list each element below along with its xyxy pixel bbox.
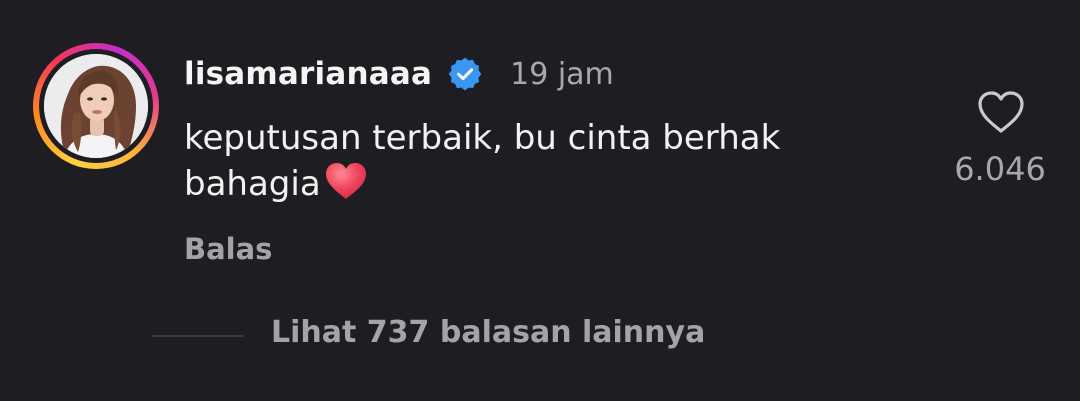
comment-timestamp: 19 jam — [510, 56, 614, 92]
heart-outline-icon — [978, 91, 1024, 133]
replies-divider — [152, 335, 244, 337]
reply-button[interactable]: Balas — [184, 232, 272, 266]
comment-header: lisamarianaaa 19 jam — [184, 52, 614, 96]
avatar-image — [44, 54, 148, 158]
like-button[interactable] — [976, 90, 1026, 134]
avatar[interactable] — [33, 43, 159, 169]
like-count: 6.046 — [954, 150, 1046, 188]
red-heart-emoji-icon — [323, 161, 369, 201]
comment-text-block: keputusan terbaik, bu cinta berhak bahag… — [184, 115, 924, 207]
avatar-portrait-icon — [44, 54, 148, 158]
verified-badge-icon — [448, 57, 482, 91]
comment-text: keputusan terbaik, bu cinta berhak bahag… — [184, 118, 781, 204]
view-replies-button[interactable]: Lihat 737 balasan lainnya — [271, 315, 705, 350]
username[interactable]: lisamarianaaa — [184, 56, 432, 92]
